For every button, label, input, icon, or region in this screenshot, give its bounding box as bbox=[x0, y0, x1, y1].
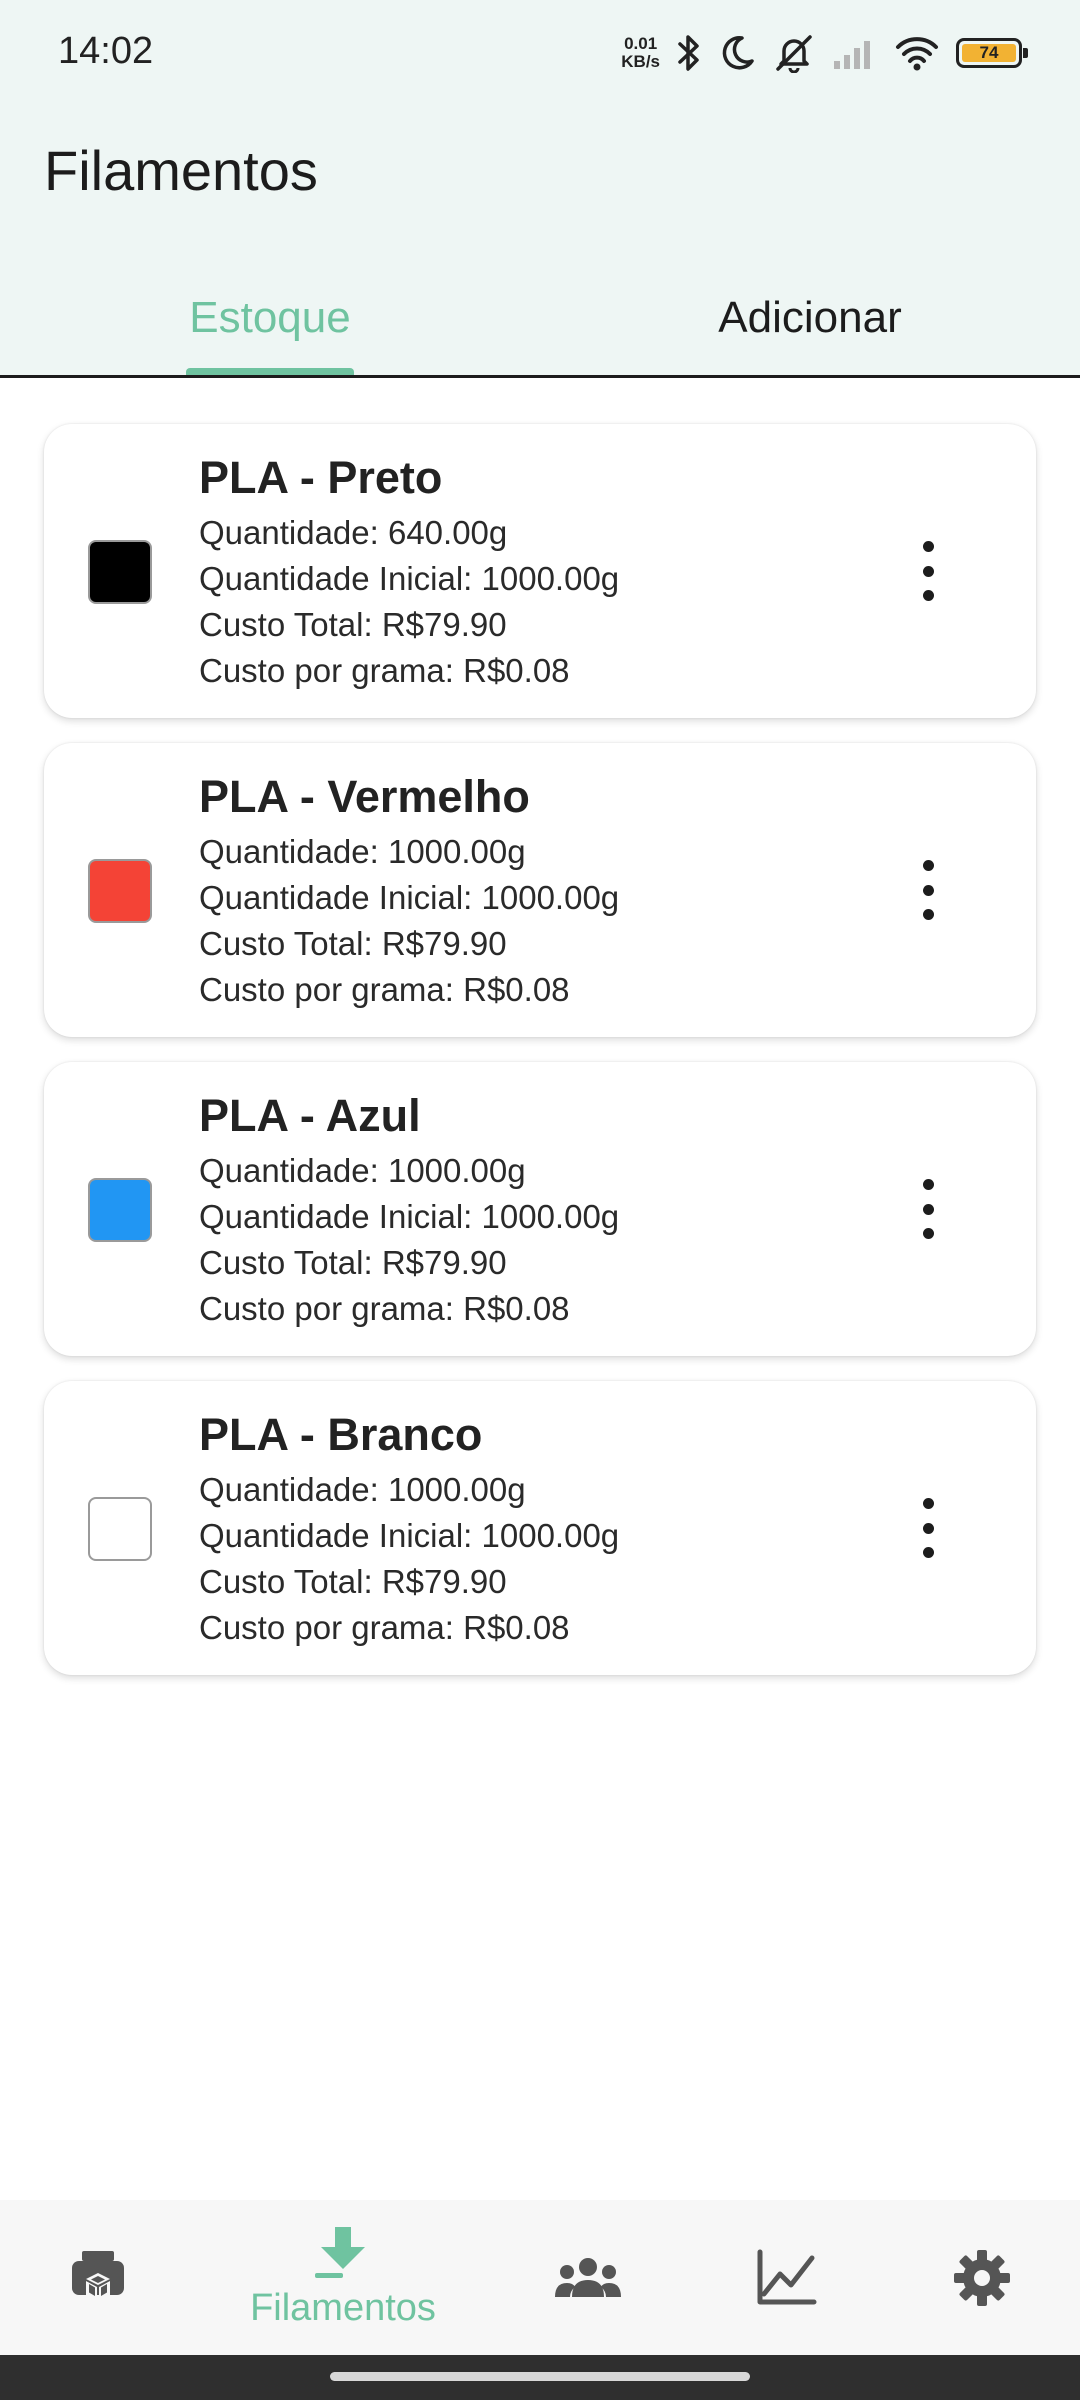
filament-initial-quantity: Quantidade Inicial: 1000.00g bbox=[199, 560, 620, 597]
filament-card[interactable]: PLA - Preto Quantidade: 640.00g Quantida… bbox=[44, 424, 1036, 718]
tab-adicionar[interactable]: Adicionar bbox=[540, 260, 1080, 375]
filament-card[interactable]: PLA - Vermelho Quantidade: 1000.00g Quan… bbox=[44, 743, 1036, 1037]
nav-settings[interactable] bbox=[922, 2200, 1042, 2355]
battery-level: 74 bbox=[962, 43, 1016, 62]
filament-title: PLA - Preto bbox=[199, 452, 443, 503]
filament-quantity: Quantidade: 1000.00g bbox=[199, 833, 526, 870]
bluetooth-icon bbox=[678, 35, 699, 71]
filament-card[interactable]: PLA - Azul Quantidade: 1000.00g Quantida… bbox=[44, 1062, 1036, 1356]
nav-clients[interactable] bbox=[528, 2200, 648, 2355]
bell-muted-icon bbox=[776, 35, 812, 73]
filament-cost-per-gram: Custo por grama: R$0.08 bbox=[199, 971, 570, 1008]
nav-filamentos[interactable]: Filamentos bbox=[228, 2200, 458, 2355]
status-bar: 14:02 0.01 KB/s 74 bbox=[0, 0, 1080, 110]
tab-estoque[interactable]: Estoque bbox=[0, 260, 540, 375]
system-gesture-bar bbox=[0, 2355, 1080, 2400]
battery-icon: 74 bbox=[956, 38, 1028, 68]
wifi-icon bbox=[896, 37, 938, 71]
filament-total-cost: Custo Total: R$79.90 bbox=[199, 1563, 507, 1600]
filament-quantity: Quantidade: 640.00g bbox=[199, 514, 508, 551]
nav-reports[interactable] bbox=[726, 2200, 846, 2355]
color-swatch bbox=[88, 540, 152, 604]
filament-quantity: Quantidade: 1000.00g bbox=[199, 1471, 526, 1508]
more-vert-icon[interactable] bbox=[918, 1179, 938, 1239]
more-vert-icon[interactable] bbox=[918, 860, 938, 920]
app-bar: Filamentos bbox=[0, 110, 1080, 260]
filament-initial-quantity: Quantidade Inicial: 1000.00g bbox=[199, 1517, 620, 1554]
filament-initial-quantity: Quantidade Inicial: 1000.00g bbox=[199, 1198, 620, 1235]
color-swatch bbox=[88, 1178, 152, 1242]
tab-bar: Estoque Adicionar bbox=[0, 260, 1080, 378]
status-time: 14:02 bbox=[58, 30, 154, 72]
filament-total-cost: Custo Total: R$79.90 bbox=[199, 1244, 507, 1281]
filament-total-cost: Custo Total: R$79.90 bbox=[199, 925, 507, 962]
status-icons: 0.01 KB/s 74 bbox=[621, 28, 1028, 78]
moon-icon bbox=[722, 36, 754, 70]
filament-list: PLA - Preto Quantidade: 640.00g Quantida… bbox=[44, 424, 1036, 1700]
filament-download-icon bbox=[315, 2227, 365, 2278]
printer-box-icon bbox=[72, 2250, 124, 2301]
filament-card[interactable]: PLA - Branco Quantidade: 1000.00g Quanti… bbox=[44, 1381, 1036, 1675]
home-indicator[interactable] bbox=[330, 2372, 750, 2381]
filament-quantity: Quantidade: 1000.00g bbox=[199, 1152, 526, 1189]
filament-cost-per-gram: Custo por grama: R$0.08 bbox=[199, 1609, 570, 1646]
color-swatch bbox=[88, 1497, 152, 1561]
filament-title: PLA - Azul bbox=[199, 1090, 421, 1141]
more-vert-icon[interactable] bbox=[918, 541, 938, 601]
nav-filamentos-label: Filamentos bbox=[250, 2287, 436, 2329]
more-vert-icon[interactable] bbox=[918, 1498, 938, 1558]
bottom-navigation: Filamentos bbox=[0, 2200, 1080, 2355]
filament-cost-per-gram: Custo por grama: R$0.08 bbox=[199, 1290, 570, 1327]
filament-title: PLA - Vermelho bbox=[199, 771, 530, 822]
cell-signal-icon bbox=[834, 41, 870, 69]
color-swatch bbox=[88, 859, 152, 923]
page-title: Filamentos bbox=[44, 139, 318, 202]
filament-initial-quantity: Quantidade Inicial: 1000.00g bbox=[199, 879, 620, 916]
people-icon bbox=[555, 2257, 621, 2297]
filament-cost-per-gram: Custo por grama: R$0.08 bbox=[199, 652, 570, 689]
network-speed: 0.01 KB/s bbox=[621, 34, 660, 71]
nav-printers[interactable] bbox=[38, 2200, 158, 2355]
tab-indicator bbox=[186, 368, 354, 375]
filament-title: PLA - Branco bbox=[199, 1409, 483, 1460]
line-chart-icon bbox=[757, 2249, 817, 2304]
filament-total-cost: Custo Total: R$79.90 bbox=[199, 606, 507, 643]
gear-icon bbox=[954, 2249, 1010, 2306]
